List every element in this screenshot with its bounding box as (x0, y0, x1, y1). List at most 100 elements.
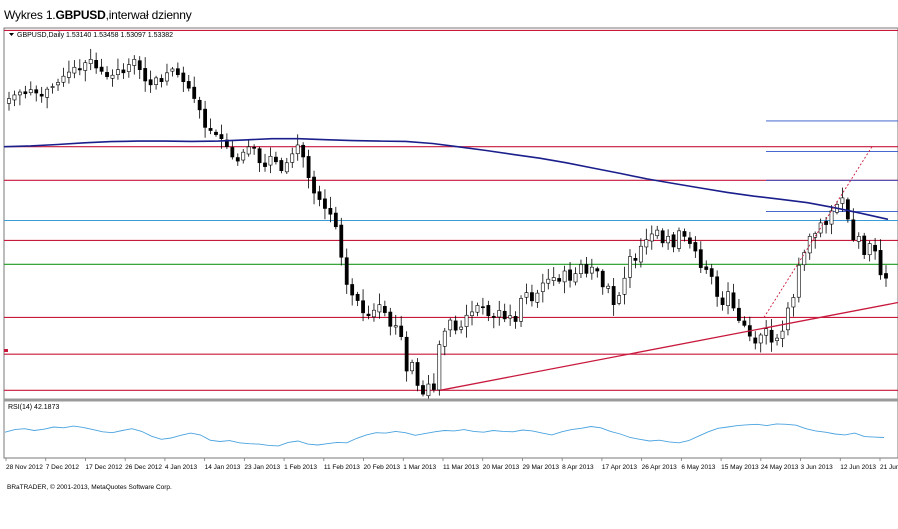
bull-candle (56, 82, 60, 86)
bear-candle (491, 316, 496, 318)
bear-candle (366, 313, 371, 317)
bull-candle (791, 297, 796, 308)
bull-candle (28, 89, 33, 94)
bear-candle (105, 72, 109, 77)
bear-candle (350, 284, 355, 296)
bull-candle (546, 278, 551, 284)
bear-candle (301, 144, 306, 158)
bear-candle (851, 219, 856, 241)
bull-candle (132, 59, 137, 66)
bull-candle (764, 328, 769, 336)
x-tick-label: 3 Jun 2013 (801, 464, 834, 471)
bear-candle (431, 383, 436, 390)
bull-candle (562, 270, 567, 283)
bull-candle (589, 266, 594, 274)
bear-candle (873, 244, 878, 252)
bear-candle (415, 362, 420, 386)
bear-candle (263, 162, 267, 167)
x-tick-label: 28 Nov 2012 (6, 464, 43, 471)
bear-candle (137, 60, 142, 70)
bear-candle (355, 293, 360, 301)
bear-candle (742, 320, 747, 326)
bull-candle (372, 309, 376, 318)
bear-candle (361, 300, 365, 314)
bear-candle (704, 266, 709, 270)
bear-candle (34, 89, 39, 94)
bear-candle (306, 156, 311, 178)
price-panel[interactable] (3, 27, 898, 401)
bear-candle (143, 68, 148, 82)
bear-candle (720, 297, 725, 305)
bear-candle (214, 131, 218, 135)
bear-candle (274, 156, 278, 163)
x-tick-label: 24 May 2013 (761, 464, 799, 471)
bear-candle (344, 257, 349, 285)
bear-candle (682, 231, 687, 237)
bear-candle (175, 68, 180, 76)
bull-candle (268, 155, 273, 166)
bull-candle (628, 256, 632, 278)
bear-candle (769, 329, 774, 343)
bear-candle (235, 157, 240, 162)
bear-candle (845, 199, 850, 220)
bear-candle (312, 176, 316, 194)
x-tick-label: 11 Mar 2013 (443, 464, 479, 471)
bull-candle (464, 314, 469, 327)
bear-candle (715, 276, 720, 297)
bull-candle (508, 315, 513, 319)
bull-candle (666, 236, 671, 244)
bear-candle (731, 292, 736, 309)
bull-candle (72, 66, 77, 74)
bull-candle (649, 233, 654, 242)
bull-candle (246, 146, 251, 155)
bull-candle (295, 144, 300, 155)
bull-candle (7, 98, 11, 104)
bull-candle (426, 383, 431, 397)
bull-candle (524, 292, 529, 298)
bull-candle (88, 59, 93, 64)
x-tick-label: 7 Dec 2012 (46, 464, 80, 471)
bull-candle (459, 326, 464, 330)
bull-candle (67, 71, 71, 78)
bear-candle (148, 79, 153, 86)
bear-candle (878, 250, 883, 276)
bull-candle (677, 230, 681, 249)
bull-candle (116, 69, 120, 75)
bear-candle (219, 134, 224, 140)
bull-candle (579, 264, 583, 275)
bull-candle (535, 292, 540, 303)
bull-candle (573, 273, 578, 283)
bull-candle (617, 295, 621, 304)
bull-candle (780, 330, 785, 339)
bull-candle (50, 86, 55, 88)
bear-candle (688, 237, 692, 244)
bull-candle (551, 277, 556, 281)
bear-candle (39, 93, 44, 97)
bear-candle (279, 160, 284, 172)
metatrader-chart[interactable]: GBPUSD,Daily 1.53140 1.53458 1.53097 1.5… (0, 0, 898, 529)
bear-candle (421, 385, 425, 395)
bull-candle (165, 72, 169, 82)
x-tick-label: 12 Jun 2013 (840, 464, 876, 471)
bull-candle (377, 304, 382, 313)
x-tick-label: 20 Feb 2013 (364, 464, 401, 471)
bull-candle (83, 62, 88, 71)
bull-candle (475, 305, 480, 313)
bear-candle (181, 72, 186, 83)
rsi-panel[interactable] (3, 399, 898, 459)
bear-candle (595, 268, 600, 272)
x-tick-label: 17 Apr 2013 (602, 464, 637, 471)
bear-candle (660, 230, 665, 244)
bear-candle (693, 242, 698, 252)
bull-candle (241, 151, 246, 161)
bear-candle (481, 306, 485, 309)
bull-candle (284, 162, 289, 173)
bull-candle (655, 229, 660, 237)
level-anchor-marker[interactable] (4, 349, 8, 352)
bull-candle (110, 74, 115, 79)
x-tick-label: 15 May 2013 (721, 464, 759, 471)
bear-candle (737, 307, 741, 321)
rsi-label: RSI(14) 42.1873 (8, 404, 59, 411)
bear-candle (633, 258, 638, 261)
bull-candle (840, 197, 845, 204)
